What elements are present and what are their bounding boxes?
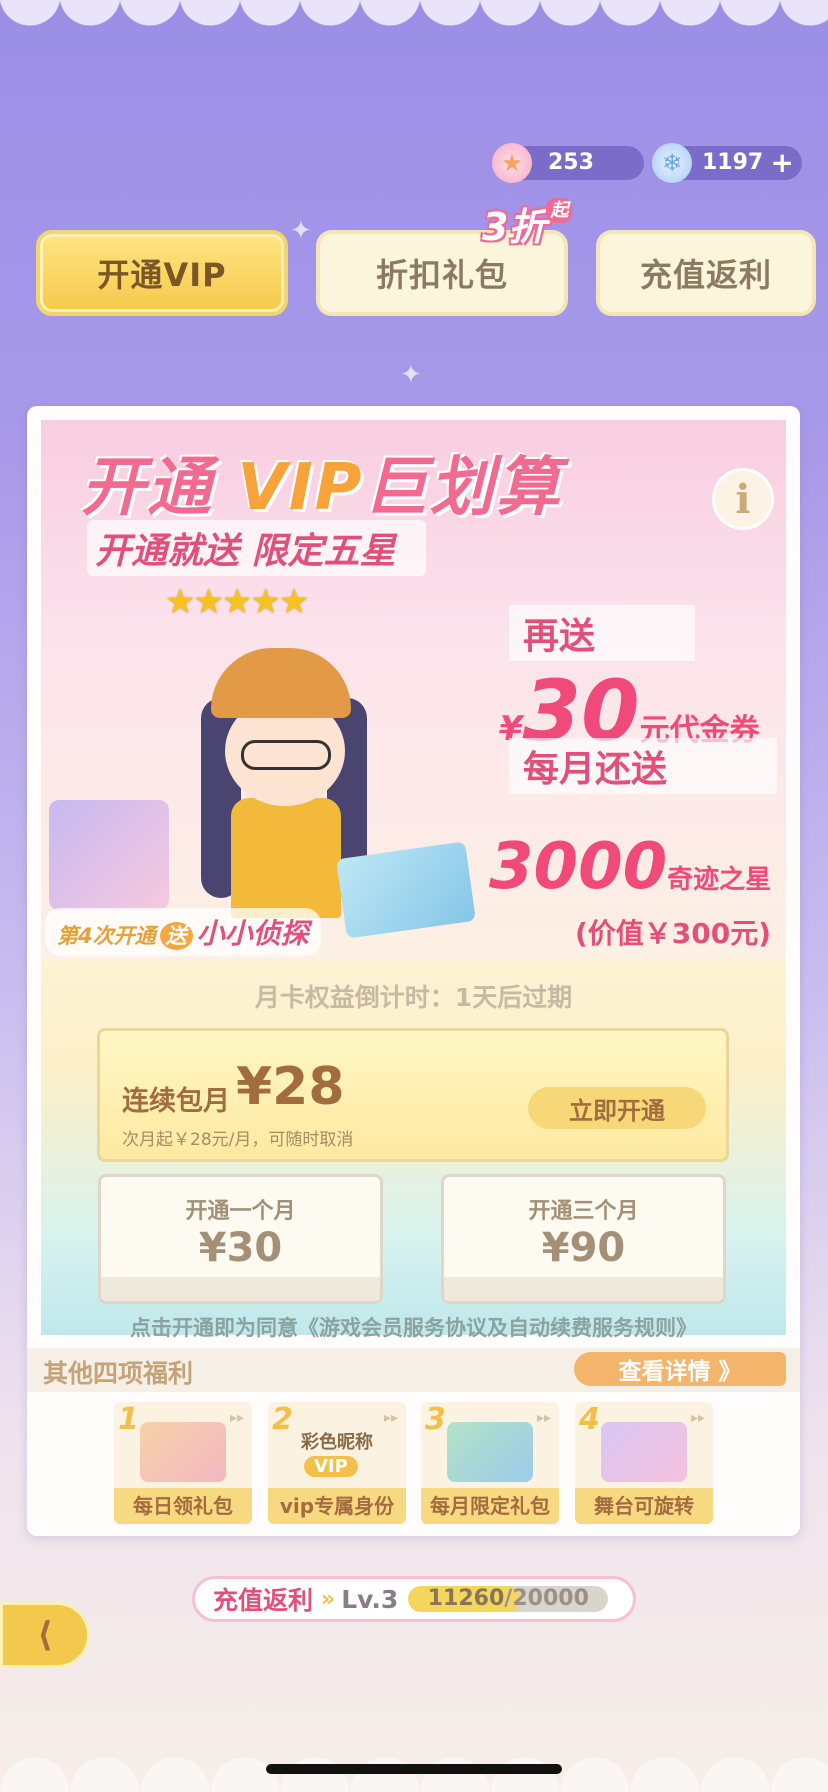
auto-plan-label: 连续包月: [122, 1086, 230, 1117]
value-note: (价值￥300元): [575, 917, 772, 950]
chevron-right-icon: ▸▸: [536, 1410, 551, 1426]
home-indicator[interactable]: [266, 1764, 562, 1774]
gift4-send: 送: [159, 922, 193, 950]
diamond-currency-value: 1197: [702, 150, 764, 175]
diamond-coin-icon: ❄: [652, 143, 692, 183]
discount-badge: 3折起: [482, 196, 573, 251]
stage-icon: [601, 1422, 687, 1482]
headline-open: 开通: [81, 451, 213, 525]
add-currency-icon[interactable]: +: [771, 146, 794, 180]
rebate-label: 充值返利: [213, 1586, 314, 1615]
lace-border-top: [0, 0, 828, 60]
chevron-right-icon: ▸▸: [229, 1410, 244, 1426]
one-month-plan[interactable]: 开通一个月 ¥30: [98, 1174, 383, 1304]
benefits-title: 其他四项福利: [43, 1359, 194, 1388]
three-month-plan[interactable]: 开通三个月 ¥90: [441, 1174, 726, 1304]
plan-title: 开通一个月: [185, 1199, 296, 1224]
recharge-rebate-progress[interactable]: 充值返利 » Lv.3 11260/20000: [192, 1576, 636, 1622]
rebate-progress-bar: 11260/20000: [408, 1586, 609, 1612]
agreement-link[interactable]: 点击开通即为同意《游戏会员服务协议及自动续费服务规则》: [41, 1312, 786, 1342]
plan-price: ¥30: [198, 1225, 283, 1271]
tab-open-vip[interactable]: 开通VIP: [36, 230, 288, 316]
banner-subhead: 开通就送 限定五星: [87, 520, 426, 576]
sparkle-icon: ✦: [400, 360, 422, 390]
ticket-icon: [336, 841, 476, 939]
benefit-vip-identity[interactable]: 2 ▸▸ 彩色昵称 VIP vip专属身份: [268, 1402, 406, 1524]
fourth-open-gift: 第4次开通送小小侦探: [45, 908, 321, 956]
tab-recharge-rebate[interactable]: 充值返利: [596, 230, 816, 316]
rebate-level: Lv.3: [341, 1584, 399, 1614]
double-chevron-icon: »: [321, 1586, 336, 1612]
benefit-index: 1: [118, 1402, 139, 1437]
view-details-button[interactable]: 查看详情 》: [574, 1352, 786, 1386]
countdown-text: 月卡权益倒计时：1天后过期: [254, 983, 573, 1012]
back-button[interactable]: ⟨: [0, 1602, 90, 1668]
chevron-right-icon: ▸▸: [383, 1410, 398, 1426]
benefit-monthly-gift[interactable]: 3 ▸▸ 每月限定礼包: [421, 1402, 559, 1524]
benefit-label: 每日领礼包: [114, 1488, 252, 1524]
five-star-rating-icon: ★★★★★: [165, 582, 309, 622]
stars-unit: 奇迹之星: [667, 865, 772, 895]
gift4-name: 小小侦探: [196, 917, 309, 950]
colored-nickname-text: 彩色昵称: [301, 1432, 373, 1453]
benefit-label: 舞台可旋转: [575, 1488, 713, 1524]
monthly-stars: 3000奇迹之星: [489, 830, 771, 904]
sparkle-icon: ✦: [290, 216, 312, 246]
benefits-header: 其他四项福利 查看详情 》: [27, 1348, 800, 1392]
rebate-current: 11260: [427, 1586, 505, 1611]
benefit-daily-gift[interactable]: 1 ▸▸ 每日领礼包: [114, 1402, 252, 1524]
monthly-gift-label: 每月还送: [509, 738, 778, 794]
frame-gift-icon: [447, 1422, 533, 1482]
rebate-target: 20000: [512, 1586, 589, 1611]
star-coin-icon: ★: [492, 143, 532, 183]
plan-section: 月卡权益倒计时：1天后过期 连续包月 ¥28 次月起￥28元/月，可随时取消 立…: [41, 960, 786, 1340]
gift-box-icon: [49, 800, 169, 910]
plan-price: ¥90: [541, 1225, 626, 1271]
open-now-button[interactable]: 立即开通: [528, 1087, 706, 1129]
auto-plan-note: 次月起￥28元/月，可随时取消: [122, 1130, 354, 1150]
chevron-right-icon: ▸▸: [690, 1410, 705, 1426]
info-button[interactable]: i: [712, 468, 774, 530]
vip-promo-banner: 开通 VIP巨划算 i 开通就送 限定五星 ★★★★★ 第4次开通送小小侦探 再…: [41, 420, 786, 960]
discount-badge-text: 3折: [482, 205, 547, 249]
discount-badge-suffix: 起: [546, 198, 573, 223]
rebate-progress-text: 11260/20000: [427, 1586, 589, 1611]
stars-amount: 3000: [489, 830, 668, 904]
star-currency: ★ 253: [492, 143, 644, 183]
benefit-label: 每月限定礼包: [421, 1488, 559, 1524]
vip-badge-icon: VIP: [304, 1456, 358, 1477]
banner-headline: 开通 VIP巨划算: [81, 436, 562, 528]
lace-border-bottom: [0, 1722, 828, 1792]
gift-box-icon: [140, 1422, 226, 1482]
benefit-index: 4: [579, 1402, 600, 1437]
benefit-index: 3: [425, 1402, 446, 1437]
gift4-prefix: 第4次开通: [57, 924, 156, 948]
benefit-rotating-stage[interactable]: 4 ▸▸ 舞台可旋转: [575, 1402, 713, 1524]
headline-bargain: 巨划算: [363, 451, 562, 525]
auto-renew-plan[interactable]: 连续包月 ¥28 次月起￥28元/月，可随时取消 立即开通: [97, 1028, 729, 1162]
star-currency-value: 253: [548, 150, 594, 175]
extra-gift-label: 再送: [509, 605, 696, 661]
vip-card: 开通 VIP巨划算 i 开通就送 限定五星 ★★★★★ 第4次开通送小小侦探 再…: [27, 406, 800, 1536]
plan-title: 开通三个月: [528, 1199, 639, 1224]
diamond-currency[interactable]: ❄ 1197 +: [652, 143, 802, 183]
headline-vip: VIP: [237, 451, 364, 525]
auto-plan-price: ¥28: [236, 1057, 345, 1117]
benefit-label: vip专属身份: [268, 1488, 406, 1524]
